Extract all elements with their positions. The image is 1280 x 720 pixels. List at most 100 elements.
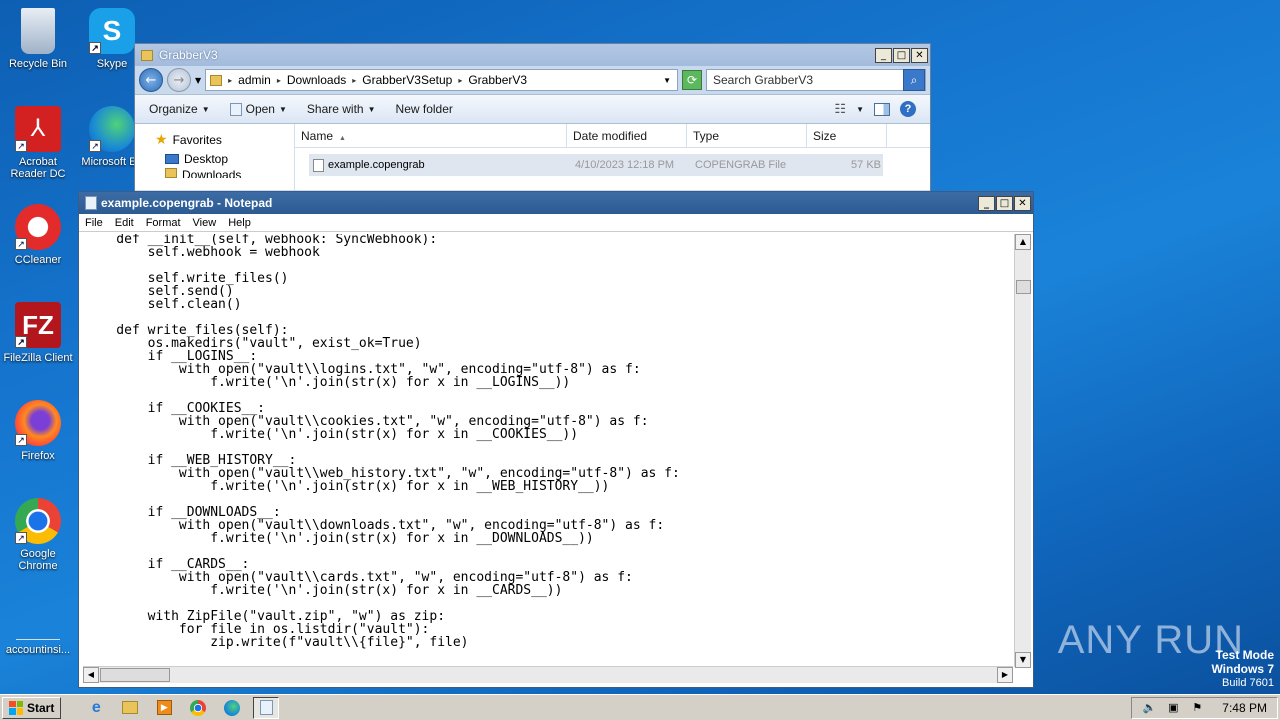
- minimize-button[interactable]: _: [875, 47, 892, 63]
- scroll-up-icon[interactable]: ▲: [1015, 234, 1031, 250]
- notepad-window[interactable]: example.copengrab - Notepad _ □ ✕ File E…: [78, 191, 1034, 688]
- address-row: ← → ▼ ▸ admin ▸ Downloads ▸ GrabberV3Set…: [135, 66, 930, 94]
- file-icon: [313, 158, 324, 172]
- desktop-icon-ccleaner[interactable]: ↗ CCleaner: [0, 204, 76, 266]
- open-button[interactable]: Open ▼: [222, 99, 295, 119]
- desktop-icon-firefox[interactable]: ↗ Firefox: [0, 400, 76, 462]
- column-name-label: Name: [301, 129, 334, 143]
- new-folder-button[interactable]: New folder: [388, 99, 461, 119]
- folder-icon: [210, 74, 223, 86]
- menu-view[interactable]: View: [193, 217, 217, 229]
- edge-icon: ↗: [89, 106, 135, 152]
- search-icon[interactable]: ⌕: [903, 69, 925, 91]
- maximize-button[interactable]: □: [996, 195, 1013, 211]
- notepad-icon: [85, 196, 97, 210]
- search-input[interactable]: Search GrabberV3 ⌕: [706, 69, 926, 91]
- menu-file[interactable]: File: [85, 217, 103, 229]
- scroll-left-icon[interactable]: ◀: [83, 667, 99, 683]
- vertical-scrollbar[interactable]: ▲ ▼: [1014, 234, 1031, 668]
- start-label: Start: [27, 700, 55, 715]
- nav-favorites[interactable]: ★ Favorites: [155, 130, 294, 149]
- nav-desktop[interactable]: Desktop: [155, 149, 294, 168]
- taskbar-explorer-button[interactable]: [117, 697, 143, 719]
- address-bar[interactable]: ▸ admin ▸ Downloads ▸ GrabberV3Setup ▸ G…: [205, 69, 678, 91]
- preview-pane-icon[interactable]: [874, 102, 890, 116]
- recent-pages-chevron-icon[interactable]: ▼: [195, 76, 201, 85]
- desktop-icon-label: CCleaner: [14, 254, 62, 266]
- help-icon[interactable]: ?: [900, 101, 916, 117]
- back-button[interactable]: ←: [139, 68, 163, 92]
- close-button[interactable]: ✕: [911, 47, 928, 63]
- chevron-down-icon: ▼: [201, 104, 210, 114]
- desktop-icon-accountinsi[interactable]: accountinsi...: [0, 620, 76, 656]
- editor-content[interactable]: def __init__(self, webhook: SyncWebhook)…: [83, 234, 1015, 649]
- taskbar-edge-button[interactable]: [219, 697, 245, 719]
- organize-button[interactable]: Organize ▼: [141, 99, 218, 119]
- breadcrumb-downloads[interactable]: Downloads: [287, 73, 346, 87]
- shortcut-arrow-icon: ↗: [15, 336, 27, 348]
- edge-icon: [224, 699, 241, 716]
- explorer-title: GrabberV3: [159, 48, 218, 62]
- chevron-down-icon: ▼: [278, 104, 287, 114]
- desktop-icon-label: Acrobat Reader DC: [10, 156, 66, 180]
- scrollbar-thumb[interactable]: [1016, 280, 1031, 294]
- scroll-down-icon[interactable]: ▼: [1015, 652, 1031, 668]
- taskbar: Start e ▶ 🔈 ▣ ⚑ 7:48 PM: [0, 694, 1280, 720]
- scroll-right-icon[interactable]: ▶: [997, 667, 1013, 683]
- taskbar-media-player-button[interactable]: ▶: [151, 697, 177, 719]
- action-center-flag-icon[interactable]: ⚑: [1190, 701, 1204, 715]
- column-headers: Name ▲ Date modified Type Size: [295, 124, 930, 148]
- taskbar-ie-button[interactable]: e: [83, 697, 109, 719]
- file-row[interactable]: example.copengrab 4/10/2023 12:18 PM COP…: [309, 154, 883, 176]
- explorer-window[interactable]: GrabberV3 _ □ ✕ ← → ▼ ▸ admin ▸ Download…: [134, 43, 931, 193]
- address-dropdown-icon[interactable]: ▼: [663, 76, 671, 85]
- sort-ascending-icon: ▲: [339, 135, 346, 142]
- breadcrumb-admin[interactable]: admin: [238, 73, 271, 87]
- desktop-icon-acrobat[interactable]: ⅄ ↗ Acrobat Reader DC: [0, 106, 76, 180]
- scrollbar-thumb[interactable]: [100, 668, 170, 682]
- menu-format[interactable]: Format: [146, 217, 181, 229]
- notepad-icon: [259, 700, 273, 715]
- column-type[interactable]: Type: [687, 124, 807, 147]
- start-button[interactable]: Start: [2, 696, 62, 719]
- text-editor[interactable]: def __init__(self, webhook: SyncWebhook)…: [83, 234, 1015, 658]
- nav-downloads[interactable]: Downloads: [155, 168, 294, 178]
- horizontal-scrollbar[interactable]: ◀ ▶: [83, 666, 1013, 683]
- downloads-folder-icon: [165, 168, 177, 178]
- minimize-button[interactable]: _: [978, 195, 995, 211]
- organize-label: Organize: [149, 102, 198, 116]
- breadcrumb-grabberv3setup[interactable]: GrabberV3Setup: [362, 73, 452, 87]
- explorer-title-bar[interactable]: GrabberV3 _ □ ✕: [135, 44, 930, 66]
- folder-icon: [141, 49, 153, 61]
- menu-help[interactable]: Help: [228, 217, 251, 229]
- chevron-down-icon[interactable]: ▼: [856, 105, 864, 114]
- breadcrumb-grabberv3[interactable]: GrabberV3: [468, 73, 527, 87]
- breadcrumb-separator-icon: ▸: [228, 75, 233, 85]
- refresh-button[interactable]: ⟳: [682, 70, 702, 90]
- column-name[interactable]: Name ▲: [295, 124, 567, 147]
- clock[interactable]: 7:48 PM: [1222, 701, 1267, 715]
- star-icon: ★: [155, 131, 168, 147]
- column-size[interactable]: Size: [807, 124, 887, 147]
- shortcut-arrow-icon: ↗: [15, 140, 27, 152]
- desktop-icon-filezilla[interactable]: FZ ↗ FileZilla Client: [0, 302, 76, 364]
- forward-button[interactable]: →: [167, 68, 191, 92]
- taskbar-notepad-button[interactable]: [253, 696, 280, 719]
- close-button[interactable]: ✕: [1014, 195, 1031, 211]
- maximize-button[interactable]: □: [893, 47, 910, 63]
- file-list-pane: Name ▲ Date modified Type Size example.co…: [295, 124, 930, 190]
- notepad-title-bar[interactable]: example.copengrab - Notepad _ □ ✕: [79, 192, 1033, 214]
- desktop-icon-recycle-bin[interactable]: Recycle Bin: [0, 8, 76, 70]
- breadcrumb-separator-icon: ▸: [276, 75, 281, 85]
- column-date-modified[interactable]: Date modified: [567, 124, 687, 147]
- notepad-title: example.copengrab - Notepad: [101, 196, 273, 210]
- desktop-icon-chrome[interactable]: ↗ Google Chrome: [0, 498, 76, 572]
- notepad-icon: [229, 102, 242, 116]
- share-with-button[interactable]: Share with ▼: [299, 99, 384, 119]
- network-icon[interactable]: ▣: [1166, 701, 1180, 715]
- taskbar-chrome-button[interactable]: [185, 697, 211, 719]
- view-options-icon[interactable]: ☷: [834, 101, 846, 117]
- volume-icon[interactable]: 🔈: [1142, 701, 1156, 715]
- menu-edit[interactable]: Edit: [115, 217, 134, 229]
- nav-favorites-label: Favorites: [172, 132, 222, 147]
